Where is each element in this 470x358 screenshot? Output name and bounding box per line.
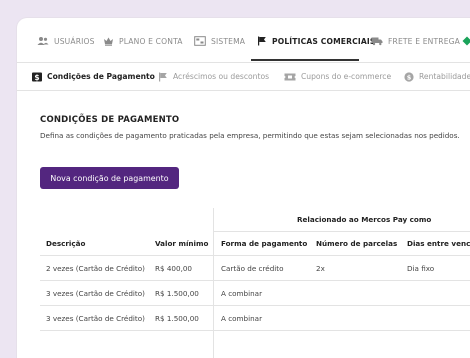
green-diamond-icon <box>462 36 470 46</box>
sub-nav-surcharges-discounts[interactable]: Acréscimos ou descontos <box>158 69 269 84</box>
top-nav-shipping[interactable]: FRETE E ENTREGA <box>371 31 460 51</box>
sub-nav: $ Condições de Pagamento Acréscimos ou d… <box>17 63 470 91</box>
cell-description: 3 vezes (Cartão de Crédito) <box>46 314 145 323</box>
top-nav-users[interactable]: USUÁRIOS <box>37 31 95 51</box>
top-nav-shipping-label: FRETE E ENTREGA <box>388 36 461 46</box>
column-header-min-value[interactable]: Valor mínimo <box>155 239 208 248</box>
top-nav-plan-label: PLANO E CONTA <box>119 36 183 46</box>
sub-nav-payment-conditions-label: Condições de Pagamento <box>47 72 155 81</box>
users-icon <box>37 37 49 45</box>
table-group-header: Relacionado ao Mercos Pay como <box>297 215 432 224</box>
cell-payment-method: A combinar <box>221 289 263 298</box>
sub-nav-profitability-label: Rentabilidade <box>419 72 470 81</box>
coin-icon: $ <box>404 71 414 81</box>
cell-installments: 2x <box>316 264 325 273</box>
page-title: CONDIÇÕES DE PAGAMENTO <box>40 115 180 125</box>
sub-nav-ecommerce-coupons[interactable]: Cupons do e-commerce <box>284 69 391 84</box>
top-nav-system-label: SISTEMA <box>211 36 246 46</box>
top-nav-commercial-policies-label: POLÍTICAS COMERCIAIS <box>272 36 376 46</box>
cell-description: 2 vezes (Cartão de Crédito) <box>46 264 145 273</box>
cell-description: 3 vezes (Cartão de Crédito) <box>46 289 145 298</box>
cell-min-value: R$ 1.500,00 <box>155 289 199 298</box>
cell-days-between: Dia fixo <box>407 264 435 273</box>
truck-icon <box>371 37 383 46</box>
table-divider <box>40 255 470 256</box>
sub-nav-ecommerce-coupons-label: Cupons do e-commerce <box>301 72 392 81</box>
cell-payment-method: A combinar <box>221 314 263 323</box>
top-nav-more[interactable] <box>462 31 470 51</box>
column-header-days-between[interactable]: Dias entre vencimentos <box>407 239 470 248</box>
sub-nav-payment-conditions[interactable]: $ Condições de Pagamento <box>32 69 155 84</box>
cell-min-value: R$ 1.500,00 <box>155 314 199 323</box>
column-header-installments[interactable]: Número de parcelas <box>316 239 397 248</box>
sub-nav-surcharges-discounts-label: Acréscimos ou descontos <box>173 72 270 81</box>
table-divider <box>213 231 470 232</box>
column-header-payment-method[interactable]: Forma de pagamento <box>221 239 307 248</box>
sub-nav-profitability[interactable]: $ Rentabilidade <box>404 69 470 84</box>
table-divider <box>40 305 470 306</box>
dollar-icon: $ <box>32 72 42 82</box>
top-nav-plan[interactable]: PLANO E CONTA <box>103 31 183 51</box>
active-tab-indicator <box>251 59 359 61</box>
crown-icon <box>104 37 113 46</box>
new-payment-condition-button[interactable]: Nova condição de pagamento <box>40 167 179 189</box>
table-divider <box>40 330 470 331</box>
flag-icon <box>258 36 266 46</box>
top-nav-users-label: USUÁRIOS <box>54 36 95 46</box>
settings-card: USUÁRIOS PLANO E CONTA SISTEMA POLÍTICAS… <box>17 18 470 358</box>
top-nav: USUÁRIOS PLANO E CONTA SISTEMA POLÍTICAS… <box>17 18 470 63</box>
ticket-icon <box>284 73 296 80</box>
cell-payment-method: Cartão de crédito <box>221 264 284 273</box>
svg-text:$: $ <box>407 73 412 81</box>
top-nav-commercial-policies[interactable]: POLÍTICAS COMERCIAIS <box>257 31 375 51</box>
column-header-description[interactable]: Descrição <box>46 239 85 248</box>
system-icon <box>194 36 206 46</box>
table-divider <box>40 280 470 281</box>
cell-min-value: R$ 400,00 <box>155 264 193 273</box>
svg-text:$: $ <box>34 73 39 82</box>
top-nav-system[interactable]: SISTEMA <box>194 31 245 51</box>
flag-icon <box>159 72 167 81</box>
page-description: Defina as condições de pagamento pratica… <box>40 131 460 140</box>
